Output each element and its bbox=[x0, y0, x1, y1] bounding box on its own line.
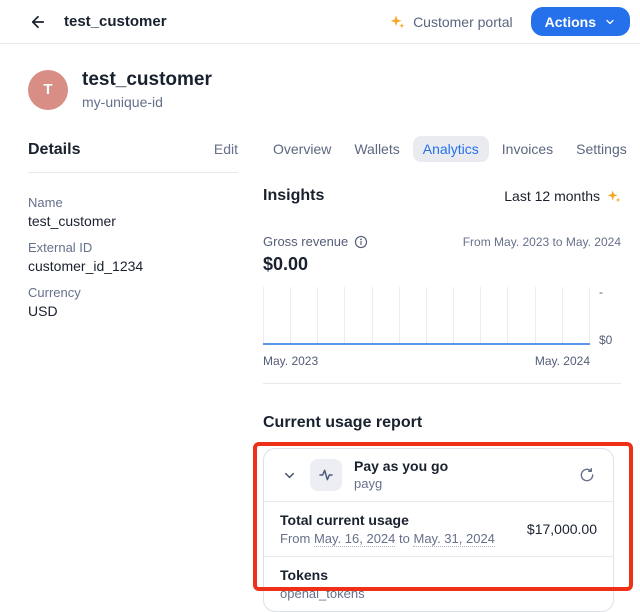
detail-field-external-id: External ID customer_id_1234 bbox=[28, 239, 238, 275]
actions-button[interactable]: Actions bbox=[531, 7, 630, 36]
period-to-word: to bbox=[399, 531, 410, 546]
chart-gridlines bbox=[263, 287, 590, 345]
chart-gridline bbox=[453, 287, 454, 345]
activity-icon bbox=[318, 467, 334, 483]
refresh-icon bbox=[579, 467, 595, 483]
usage-item-name: Tokens bbox=[280, 566, 365, 584]
chart-gridline bbox=[589, 287, 590, 345]
period-end-date[interactable]: May. 31, 2024 bbox=[413, 531, 494, 547]
tab-analytics[interactable]: Analytics bbox=[413, 136, 489, 162]
chart-gridline bbox=[372, 287, 373, 345]
field-label: External ID bbox=[28, 239, 238, 256]
refresh-button[interactable] bbox=[577, 465, 597, 485]
divider bbox=[263, 383, 621, 384]
customer-header: T test_customer my-unique-id bbox=[0, 44, 640, 111]
tab-bar: Overview Wallets Analytics Invoices Sett… bbox=[263, 136, 621, 162]
plan-code: payg bbox=[354, 476, 448, 492]
chart-gridline bbox=[344, 287, 345, 345]
usage-item-row: Tokens openai_tokens bbox=[264, 556, 613, 611]
field-label: Name bbox=[28, 194, 238, 211]
customer-portal-label: Customer portal bbox=[413, 14, 513, 30]
sparkle-icon bbox=[607, 189, 621, 203]
usage-item-code: openai_tokens bbox=[280, 585, 365, 602]
chart-gridline bbox=[535, 287, 536, 345]
field-value: USD bbox=[28, 303, 238, 320]
gross-revenue-value: $0.00 bbox=[263, 254, 621, 275]
usage-card: Pay as you go payg Total current usage bbox=[263, 448, 614, 612]
period-start-date[interactable]: May. 16, 2024 bbox=[314, 531, 395, 547]
x-tick-start: May. 2023 bbox=[263, 354, 318, 368]
detail-field-name: Name test_customer bbox=[28, 194, 238, 230]
x-tick-end: May. 2024 bbox=[535, 354, 590, 368]
customer-name: test_customer bbox=[82, 68, 212, 91]
analytics-panel: Overview Wallets Analytics Invoices Sett… bbox=[263, 141, 621, 612]
period-label: Last 12 months bbox=[504, 188, 600, 204]
customer-external-id: my-unique-id bbox=[82, 93, 212, 111]
actions-label: Actions bbox=[545, 14, 596, 30]
usage-report-heading: Current usage report bbox=[263, 414, 621, 432]
chart-y-axis: - $0 bbox=[590, 285, 612, 347]
y-tick-top: - bbox=[599, 285, 612, 299]
avatar: T bbox=[28, 70, 68, 110]
customer-portal-button[interactable]: Customer portal bbox=[390, 14, 513, 30]
tab-settings[interactable]: Settings bbox=[566, 136, 637, 162]
insights-heading: Insights bbox=[263, 187, 324, 205]
total-usage-row: Total current usage From May. 16, 2024 t… bbox=[264, 501, 613, 556]
sparkle-icon bbox=[390, 14, 405, 29]
total-usage-amount: $17,000.00 bbox=[527, 521, 597, 537]
chart-gridline bbox=[263, 287, 264, 345]
topbar-title: test_customer bbox=[64, 13, 167, 30]
chart-gridline bbox=[399, 287, 400, 345]
chart-gridline bbox=[426, 287, 427, 345]
revenue-date-range: From May. 2023 to May. 2024 bbox=[463, 235, 621, 249]
chart-gridline bbox=[290, 287, 291, 345]
gross-revenue-label: Gross revenue bbox=[263, 234, 348, 249]
plan-tile bbox=[310, 459, 342, 491]
edit-button[interactable]: Edit bbox=[214, 141, 238, 157]
period-selector[interactable]: Last 12 months bbox=[504, 188, 621, 204]
chart-gridline bbox=[562, 287, 563, 345]
chevron-down-icon bbox=[282, 468, 297, 483]
total-usage-period: From May. 16, 2024 to May. 31, 2024 bbox=[280, 530, 495, 547]
plan-header-row: Pay as you go payg bbox=[264, 449, 613, 501]
details-panel: Details Edit Name test_customer External… bbox=[28, 141, 238, 612]
main-content: Details Edit Name test_customer External… bbox=[0, 111, 640, 612]
gross-revenue-chart: - $0 bbox=[263, 287, 621, 347]
chart-x-axis: May. 2023 May. 2024 bbox=[263, 354, 590, 368]
arrow-left-icon bbox=[29, 13, 47, 31]
details-heading: Details bbox=[28, 141, 80, 159]
chart-gridline bbox=[480, 287, 481, 345]
field-value: test_customer bbox=[28, 213, 238, 230]
chevron-down-icon bbox=[604, 16, 616, 28]
tab-invoices[interactable]: Invoices bbox=[492, 136, 563, 162]
period-from-word: From bbox=[280, 531, 310, 546]
chart-gridline bbox=[507, 287, 508, 345]
info-icon[interactable] bbox=[354, 235, 368, 249]
detail-field-currency: Currency USD bbox=[28, 284, 238, 320]
total-usage-label: Total current usage bbox=[280, 511, 495, 529]
field-value: customer_id_1234 bbox=[28, 258, 238, 275]
tab-overview[interactable]: Overview bbox=[263, 136, 341, 162]
tab-wallets[interactable]: Wallets bbox=[344, 136, 409, 162]
back-button[interactable] bbox=[26, 10, 50, 34]
y-tick-zero: $0 bbox=[599, 333, 612, 347]
topbar: test_customer Customer portal Actions bbox=[0, 0, 640, 44]
collapse-toggle[interactable] bbox=[280, 466, 298, 484]
chart-zero-line bbox=[263, 343, 590, 345]
field-label: Currency bbox=[28, 284, 238, 301]
plan-name: Pay as you go bbox=[354, 458, 448, 475]
chart-gridline bbox=[317, 287, 318, 345]
